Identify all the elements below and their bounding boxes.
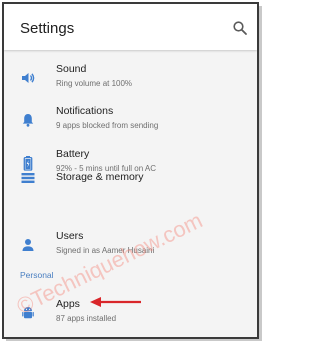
- android-icon: [22, 307, 34, 319]
- settings-item-subtitle: Signed in as Aamer Husaini: [56, 246, 155, 255]
- settings-item-subtitle: 9 apps blocked from sending: [56, 121, 159, 130]
- settings-item-title: Storage & memory: [56, 171, 144, 183]
- settings-item-sound[interactable]: Sound Ring volume at 100%: [4, 56, 257, 100]
- user-icon: [22, 239, 34, 251]
- settings-item-users[interactable]: Users Signed in as Aamer Husaini: [4, 223, 257, 267]
- search-button[interactable]: [232, 20, 248, 36]
- section-header-personal: Personal: [20, 270, 54, 280]
- search-icon: [233, 21, 247, 35]
- settings-item-storage[interactable]: Storage & memory: [4, 156, 257, 200]
- storage-icon: [21, 173, 35, 183]
- volume-icon: [22, 73, 35, 83]
- settings-item-notifications[interactable]: Notifications 9 apps blocked from sendin…: [4, 98, 257, 142]
- settings-item-title: Apps: [56, 298, 80, 310]
- settings-window: Settings Sound Ring volume at 100% Notif…: [2, 2, 259, 339]
- settings-item-title: Sound: [56, 63, 87, 75]
- settings-item-title: Users: [56, 230, 84, 242]
- page-title: Settings: [20, 20, 75, 37]
- app-bar: Settings: [4, 4, 257, 50]
- frame-shadow-right: [259, 6, 262, 339]
- bell-icon: [22, 114, 34, 127]
- settings-item-subtitle: Ring volume at 100%: [56, 79, 133, 88]
- settings-item-title: Notifications: [56, 105, 114, 117]
- annotation-arrow-icon: [90, 297, 141, 307]
- settings-item-subtitle: 87 apps installed: [56, 314, 117, 323]
